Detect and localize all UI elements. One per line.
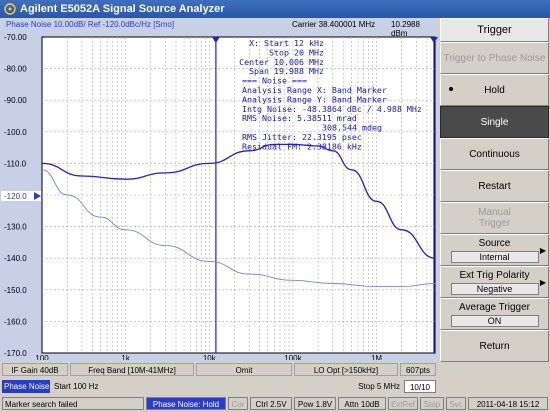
stop-frequency[interactable]: Stop 5 MHz <box>330 380 400 393</box>
trace-settings-label[interactable]: Phase Noise 10.00dB/ Ref -120.0dBc/Hz [S… <box>6 20 174 29</box>
single-button[interactable]: Single <box>440 106 549 138</box>
start-frequency[interactable]: Start 100 Hz <box>54 380 134 393</box>
hold-button[interactable]: Hold <box>440 74 549 106</box>
continuous-button[interactable]: Continuous <box>440 138 549 170</box>
status-bar-3: Marker search failed Phase Noise: Hold C… <box>0 396 550 412</box>
status-bar-2: Phase Noise Start 100 Hz Stop 5 MHz 10/1… <box>0 380 438 394</box>
stop-indicator: Stop <box>420 397 444 410</box>
plot-header: Phase Noise 10.00dB/ Ref -120.0dBc/Hz [S… <box>2 20 438 38</box>
manual-trigger-button[interactable]: Manual Trigger <box>440 202 549 234</box>
softkey-menu-title: Trigger <box>440 18 549 42</box>
title-bar: Agilent E5052A Signal Source Analyzer <box>0 0 550 18</box>
y-tick-label: -110.0 <box>4 159 27 168</box>
y-tick-label: -160.0 <box>4 317 27 326</box>
status-bar-1: IF Gain 40dB Freq Band [10M-41MHz] Omit … <box>0 363 438 377</box>
button-label: Restart <box>478 180 511 192</box>
x-tick-label: 1k <box>121 354 130 360</box>
measurement-state: Phase Noise: Hold <box>146 397 226 410</box>
average-trigger-value: ON <box>450 314 539 327</box>
trigger-to-phase-noise-button[interactable]: Trigger to Phase Noise <box>440 42 549 74</box>
lo-opt-status: LO Opt [>150kHz] <box>294 363 398 376</box>
button-label: Single <box>480 116 509 128</box>
measurement-mode[interactable]: Phase Noise <box>2 380 50 393</box>
attenuation: Attn 10dB <box>338 397 386 410</box>
message-area: Marker search failed <box>2 397 144 410</box>
button-label: Manual Trigger <box>478 207 511 229</box>
y-tick-label: -80.00 <box>4 65 27 74</box>
y-tick-label: -130.0 <box>4 223 27 232</box>
x-axis-ticks: 100 1k 10k 100k 1M <box>35 354 382 360</box>
ext-trig-polarity-button[interactable]: Ext Trig Polarity Negative ▶ <box>440 266 549 298</box>
source-button[interactable]: Source Internal ▶ <box>440 234 549 266</box>
average-trigger-button[interactable]: Average Trigger ON <box>440 298 549 330</box>
x-tick-label: 1M <box>371 354 382 360</box>
y-tick-label: -140.0 <box>4 254 27 263</box>
x-tick-label: 100k <box>284 354 302 360</box>
cor-indicator: Cor <box>228 397 248 410</box>
submenu-arrow-icon: ▶ <box>539 246 546 255</box>
button-label: Continuous <box>469 148 520 160</box>
x-tick-label: 100 <box>35 354 49 360</box>
carrier-readout: Carrier 38.400001 MHz <box>292 20 376 29</box>
submenu-arrow-icon: ▶ <box>539 278 546 287</box>
ext-polarity-value: Negative <box>450 282 539 295</box>
pow-voltage: Pow 1.8V <box>294 397 336 410</box>
y-tick-label: -90.00 <box>4 96 27 105</box>
softkey-panel: Trigger Trigger to Phase Noise Hold Sing… <box>440 18 550 394</box>
date-time: 2011-04-18 15:12 <box>468 397 548 410</box>
freq-band-status: Freq Band [10M-41MHz] <box>70 363 194 376</box>
selected-bullet-icon <box>449 87 453 91</box>
button-label: Ext Trig Polarity <box>459 269 530 281</box>
source-value: Internal <box>450 250 539 263</box>
x-tick-label: 10k <box>203 354 217 360</box>
ref-level-label: -120.0 <box>4 192 27 201</box>
ctrl-voltage: Ctrl 2.5V <box>250 397 292 410</box>
button-label: Hold <box>484 84 505 96</box>
omit-status: Omit <box>196 363 292 376</box>
y-tick-label: -170.0 <box>4 349 27 358</box>
svc-indicator: Svc <box>446 397 466 410</box>
button-label: Trigger to Phase Noise <box>443 52 546 64</box>
annotation-line: Residual FM: 2.38186 kHz <box>242 141 362 151</box>
if-gain-status: IF Gain 40dB <box>2 363 68 376</box>
softkey-title-label: Trigger <box>477 24 512 36</box>
button-label: Average Trigger <box>459 301 530 313</box>
points-status: 607pts <box>400 363 436 376</box>
button-label: Source <box>478 237 511 249</box>
extref-indicator: ExtRef <box>388 397 418 410</box>
button-label: Return <box>479 340 510 352</box>
average-count: 10/10 <box>404 380 436 393</box>
y-tick-label: -70.00 <box>4 33 27 42</box>
return-button[interactable]: Return <box>440 330 549 362</box>
window-title: Agilent E5052A Signal Source Analyzer <box>20 3 225 15</box>
y-tick-label: -100.0 <box>4 128 27 137</box>
agilent-logo-icon <box>4 3 16 15</box>
phase-noise-plot[interactable]: -70.00 -80.00 -90.00 -100.0 -110.0 -130.0 -140… <box>0 30 438 360</box>
y-tick-label: -150.0 <box>4 286 27 295</box>
restart-button[interactable]: Restart <box>440 170 549 202</box>
